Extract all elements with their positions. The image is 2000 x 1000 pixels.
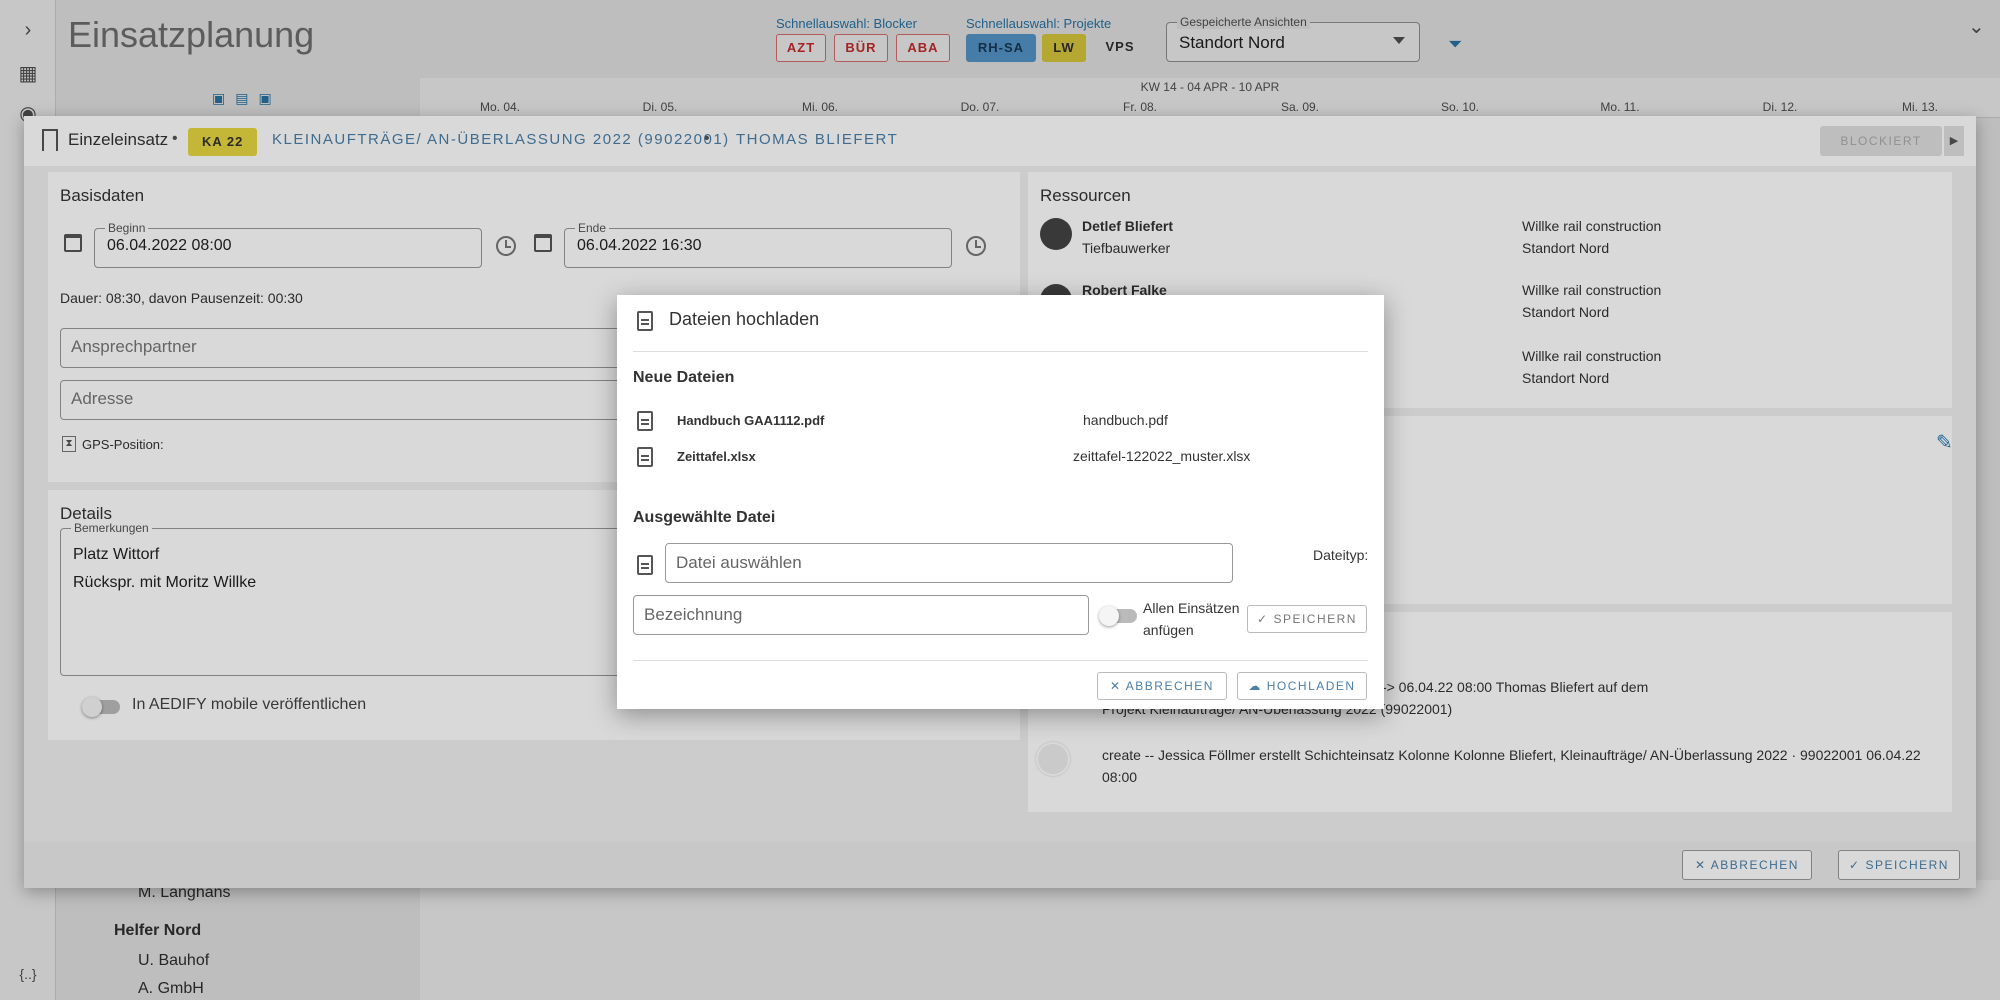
upload-cancel-label: ABBRECHEN (1125, 679, 1214, 693)
filetype-label: Dateityp: (1313, 547, 1369, 563)
new-files-title: Neue Dateien (633, 369, 735, 386)
upload-label: HOCHLADEN (1266, 679, 1356, 693)
file-name[interactable]: Zeittafel.xlsx (677, 449, 756, 464)
upload-dialog: Dateien hochladen Neue Dateien Handbuch … (617, 295, 1384, 709)
attach-all-label-line: Allen Einsätzen (1143, 600, 1240, 616)
file-select-input[interactable] (665, 543, 1233, 583)
save-file-button[interactable]: ✓ SPEICHERN (1247, 605, 1367, 633)
file-name[interactable]: Handbuch GAA1112.pdf (677, 413, 824, 428)
designation-field[interactable] (634, 596, 1088, 634)
upload-cancel-button[interactable]: ✕ ABBRECHEN (1097, 672, 1227, 700)
file-filename: zeittafel-122022_muster.xlsx (1073, 448, 1251, 464)
document-icon (637, 555, 653, 575)
designation-input[interactable] (633, 595, 1089, 635)
save-file-label: SPEICHERN (1273, 612, 1357, 626)
upload-dialog-title: Dateien hochladen (669, 309, 820, 329)
document-icon (637, 447, 653, 467)
file-filename: handbuch.pdf (1083, 412, 1168, 428)
document-icon (637, 311, 653, 331)
document-icon (637, 411, 653, 431)
divider (633, 660, 1368, 661)
attach-all-toggle[interactable] (1099, 606, 1137, 626)
attach-all-label-line: anfügen (1143, 622, 1194, 638)
divider (633, 351, 1368, 352)
upload-button[interactable]: ☁ HOCHLADEN (1237, 672, 1367, 700)
file-select-field[interactable] (666, 544, 1232, 582)
attach-all-label: Allen Einsätzen anfügen (1143, 597, 1240, 641)
selected-file-title: Ausgewählte Datei (633, 509, 776, 526)
